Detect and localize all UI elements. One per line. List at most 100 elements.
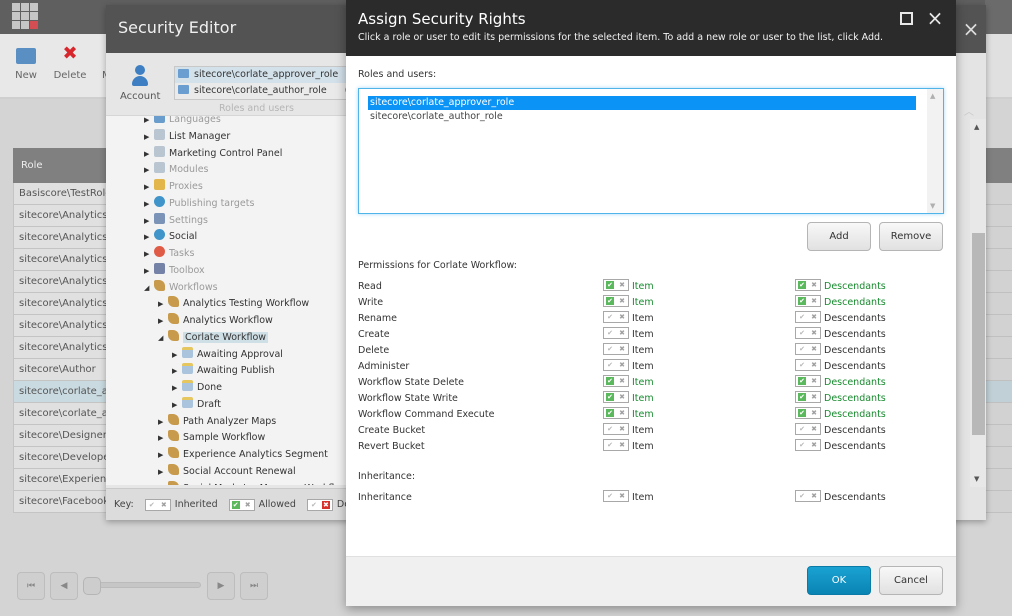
- collapsed-arrow-icon[interactable]: ▶: [158, 430, 168, 446]
- collapsed-arrow-icon[interactable]: ▶: [172, 380, 182, 396]
- permission-state-icon[interactable]: ✔ ✖: [603, 311, 629, 323]
- desc-permission-toggle[interactable]: ✔ ✖ Descendants: [795, 311, 886, 327]
- tree-node[interactable]: ◢ Corlate Workflow: [158, 329, 269, 346]
- collapsed-arrow-icon[interactable]: ▶: [144, 213, 154, 229]
- tree-node[interactable]: ▶ Draft: [172, 396, 221, 413]
- tree-node[interactable]: ▶ Marketing Control Panel: [144, 145, 282, 162]
- desc-permission-toggle[interactable]: ✔ ✖ Descendants: [795, 423, 886, 439]
- permission-state-icon[interactable]: ✔ ✖: [795, 295, 821, 307]
- security-editor-close-button[interactable]: ×: [956, 5, 986, 53]
- tree-node[interactable]: ▶ Social: [144, 229, 197, 245]
- collapsed-arrow-icon[interactable]: ▶: [158, 464, 168, 480]
- roles-users-listbox[interactable]: ▲ ▼ sitecore\corlate_approver_role siteco…: [358, 88, 944, 214]
- collapsed-arrow-icon[interactable]: ▶: [144, 263, 154, 279]
- desc-permission-toggle[interactable]: ✔ ✖ Descendants: [795, 343, 886, 359]
- item-permission-toggle[interactable]: ✔ ✖ Item: [603, 295, 654, 311]
- account-item[interactable]: sitecore\corlate_author_role(2: [175, 83, 373, 99]
- tree-node[interactable]: ▶ Path Analyzer Maps: [158, 413, 276, 430]
- role-list-item[interactable]: sitecore\corlate_author_role: [368, 110, 916, 124]
- account-button[interactable]: Account: [120, 65, 160, 102]
- collapsed-arrow-icon[interactable]: ▶: [144, 146, 154, 162]
- desc-permission-toggle[interactable]: ✔ ✖ Descendants: [795, 359, 886, 375]
- ok-button[interactable]: OK: [807, 566, 871, 595]
- add-button[interactable]: Add: [807, 222, 871, 251]
- desc-permission-toggle[interactable]: ✔ ✖ Descendants: [795, 375, 886, 391]
- item-permission-toggle[interactable]: ✔ ✖ Item: [603, 391, 654, 407]
- desc-permission-toggle[interactable]: ✔ ✖ Descendants: [795, 327, 886, 343]
- scroll-down-icon[interactable]: ▼: [930, 202, 935, 210]
- new-button[interactable]: New: [6, 44, 46, 81]
- permission-state-icon[interactable]: ✔ ✖: [795, 359, 821, 371]
- content-tree[interactable]: ▶ Languages ▶ List Manager ▶ Marketing Contro…: [106, 115, 346, 485]
- collapsed-arrow-icon[interactable]: ▶: [144, 179, 154, 195]
- app-launcher-icon[interactable]: [12, 3, 38, 29]
- item-permission-toggle[interactable]: ✔ ✖ Item: [603, 375, 654, 391]
- expanded-arrow-icon[interactable]: ◢: [158, 330, 168, 346]
- scroll-down-icon[interactable]: ▼: [974, 475, 979, 483]
- desc-permission-toggle[interactable]: ✔ ✖ Descendants: [795, 391, 886, 407]
- item-permission-toggle[interactable]: ✔ ✖ Item: [603, 279, 654, 295]
- collapsed-arrow-icon[interactable]: ▶: [144, 229, 154, 245]
- tree-node[interactable]: ▶ Awaiting Publish: [172, 363, 275, 379]
- permission-state-icon[interactable]: ✔ ✖: [795, 327, 821, 339]
- collapsed-arrow-icon[interactable]: ▶: [158, 447, 168, 463]
- permission-state-icon[interactable]: ✔ ✖: [603, 295, 629, 307]
- first-page-button[interactable]: ⏮: [17, 572, 45, 600]
- accounts-list[interactable]: sitecore\corlate_approver_role(1sitecore…: [174, 66, 374, 100]
- collapsed-arrow-icon[interactable]: ▶: [158, 296, 168, 312]
- tree-node[interactable]: ▶ Toolbox: [144, 262, 205, 279]
- item-permission-toggle[interactable]: ✔ ✖ Item: [603, 359, 654, 375]
- permission-state-icon[interactable]: ✔ ✖: [603, 439, 629, 451]
- tree-node[interactable]: ◢ Workflows: [144, 279, 218, 296]
- permission-state-icon[interactable]: ✔ ✖: [603, 423, 629, 435]
- page-slider-thumb[interactable]: [83, 577, 101, 595]
- tree-node[interactable]: ▶ Analytics Workflow: [158, 313, 273, 329]
- permission-state-icon[interactable]: ✔ ✖: [603, 279, 629, 291]
- scroll-up-icon[interactable]: ▲: [930, 92, 935, 100]
- tree-node[interactable]: ▶ Tasks: [144, 246, 194, 262]
- permission-state-icon[interactable]: ✔ ✖: [795, 375, 821, 387]
- item-permission-toggle[interactable]: ✔ ✖ Item: [603, 327, 654, 343]
- scroll-up-icon[interactable]: ▲: [974, 123, 979, 131]
- last-page-button[interactable]: ⏭: [240, 572, 268, 600]
- collapsed-arrow-icon[interactable]: ▶: [172, 363, 182, 379]
- expanded-arrow-icon[interactable]: ◢: [144, 280, 154, 296]
- prev-page-button[interactable]: ◀: [50, 572, 78, 600]
- tree-node[interactable]: ▶ Experience Analytics Segment: [158, 447, 328, 463]
- tree-node[interactable]: ▶ Social Marketer Message Workflow: [158, 480, 346, 485]
- desc-permission-toggle[interactable]: ✔ ✖ Descendants: [795, 407, 886, 423]
- collapsed-arrow-icon[interactable]: ▶: [172, 397, 182, 413]
- permission-state-icon[interactable]: ✔ ✖: [603, 407, 629, 419]
- collapsed-arrow-icon[interactable]: ▶: [158, 414, 168, 430]
- collapsed-arrow-icon[interactable]: ▶: [172, 347, 182, 363]
- permission-state-icon[interactable]: ✔ ✖: [603, 391, 629, 403]
- collapsed-arrow-icon[interactable]: ▶: [144, 196, 154, 212]
- collapsed-arrow-icon[interactable]: ▶: [144, 129, 154, 145]
- tree-node[interactable]: ▶ Sample Workflow: [158, 430, 265, 446]
- item-permission-toggle[interactable]: ✔ ✖ Item: [603, 490, 654, 506]
- permission-state-icon[interactable]: ✔ ✖: [795, 311, 821, 323]
- tree-node[interactable]: ▶ Awaiting Approval: [172, 346, 283, 363]
- tree-node[interactable]: ▶ List Manager: [144, 128, 230, 145]
- desc-permission-toggle[interactable]: ✔ ✖ Descendants: [795, 490, 886, 506]
- dialog-close-button[interactable]: ×: [925, 7, 945, 29]
- item-permission-toggle[interactable]: ✔ ✖ Item: [603, 423, 654, 439]
- desc-permission-toggle[interactable]: ✔ ✖ Descendants: [795, 439, 886, 455]
- item-permission-toggle[interactable]: ✔ ✖ Item: [603, 407, 654, 423]
- permission-state-icon[interactable]: ✔ ✖: [603, 490, 629, 502]
- permission-state-icon[interactable]: ✔ ✖: [795, 343, 821, 355]
- collapsed-arrow-icon[interactable]: ▶: [144, 162, 154, 178]
- permission-state-icon[interactable]: ✔ ✖: [795, 423, 821, 435]
- desc-permission-toggle[interactable]: ✔ ✖ Descendants: [795, 295, 886, 311]
- permission-state-icon[interactable]: ✔ ✖: [795, 279, 821, 291]
- tree-node[interactable]: ▶ Publishing targets: [144, 195, 254, 212]
- permission-state-icon[interactable]: ✔ ✖: [603, 327, 629, 339]
- permission-state-icon[interactable]: ✔ ✖: [795, 407, 821, 419]
- security-editor-scrollbar[interactable]: ︿ ▲ ▼: [956, 53, 986, 520]
- role-list-item[interactable]: sitecore\corlate_approver_role: [368, 96, 916, 110]
- next-page-button[interactable]: ▶: [207, 572, 235, 600]
- permission-state-icon[interactable]: ✔ ✖: [603, 343, 629, 355]
- collapsed-arrow-icon[interactable]: ▶: [158, 313, 168, 329]
- permission-state-icon[interactable]: ✔ ✖: [603, 359, 629, 371]
- permission-state-icon[interactable]: ✔ ✖: [795, 490, 821, 502]
